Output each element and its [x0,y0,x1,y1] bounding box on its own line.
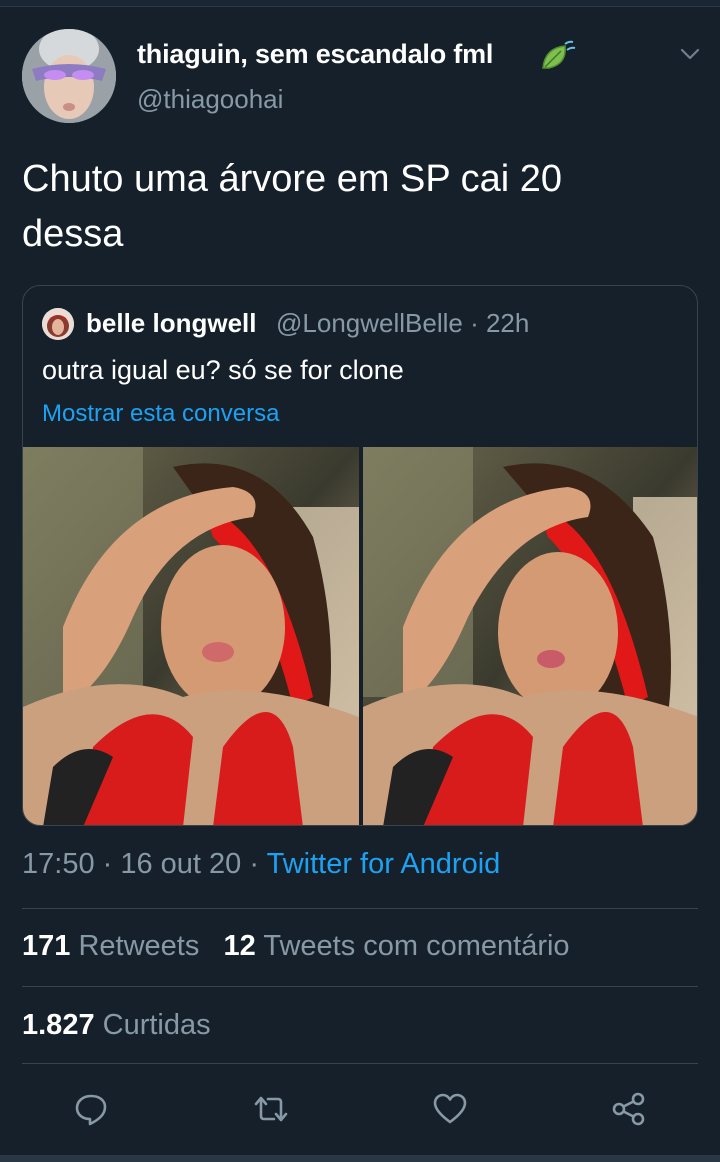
engagement-stats: 171 Retweets 12 Tweets com comentário [22,930,570,963]
quoted-avatar-image [42,308,74,340]
photo-1-image [23,447,359,825]
quoted-author-handle[interactable]: @LongwellBelle [276,308,463,338]
quotes-label: Tweets com comentário [263,930,570,962]
quoted-author-avatar[interactable] [42,308,74,340]
retweets-count: 171 [22,930,71,962]
retweets-label: Retweets [78,930,200,962]
leaf-icon [542,40,576,69]
author-avatar[interactable] [22,29,116,123]
chevron-down-icon[interactable] [677,44,703,64]
meta-dot: · [102,848,121,880]
quoted-text: outra igual eu? só se for clone [42,355,404,385]
tweet-date[interactable]: 16 out 20 [120,848,241,880]
quoted-tweet[interactable]: belle longwell @LongwellBelle · 22h outr… [22,285,698,826]
author-handle[interactable]: @thiagoohai [137,84,283,115]
tweet-meta: 17:50 · 16 out 20 · Twitter for Android [22,848,500,881]
author-avatar-image [22,29,116,123]
quoted-photo-1[interactable] [23,447,359,825]
divider [22,908,698,909]
quoted-photo-2[interactable] [363,447,697,825]
quotes-stat[interactable]: 12 Tweets com comentário [224,930,570,962]
photo-2-image [363,447,697,825]
likes-label: Curtidas [102,1009,211,1041]
reply-icon[interactable] [72,1090,110,1128]
divider [22,1063,698,1064]
likes-stat[interactable]: 1.827 Curtidas [22,1009,211,1042]
tweet-time[interactable]: 17:50 [22,848,95,880]
retweets-stat[interactable]: 171 Retweets [22,930,199,962]
retweet-icon[interactable] [252,1090,290,1128]
share-icon[interactable] [610,1090,648,1128]
tweet-text: Chuto uma árvore em SP cai 20 dessa [22,158,563,255]
quotes-count: 12 [223,930,256,962]
meta-dot: · [249,848,267,880]
meta-dot: · [470,308,486,338]
show-conversation-link[interactable]: Mostrar esta conversa [42,400,279,428]
quoted-age: 22h [485,308,530,338]
quoted-author-name[interactable]: belle longwell [86,308,256,339]
bottom-divider [0,1155,720,1162]
tweet-source[interactable]: Twitter for Android [267,848,501,880]
top-divider [0,0,720,7]
author-name[interactable]: thiaguin, sem escandalo fml [137,39,493,70]
action-bar [0,1080,720,1136]
divider [22,986,698,987]
quoted-author-meta: @LongwellBelle · 22h [276,308,529,339]
heart-icon[interactable] [431,1090,469,1128]
likes-count: 1.827 [22,1009,95,1041]
quoted-photos [23,447,697,825]
